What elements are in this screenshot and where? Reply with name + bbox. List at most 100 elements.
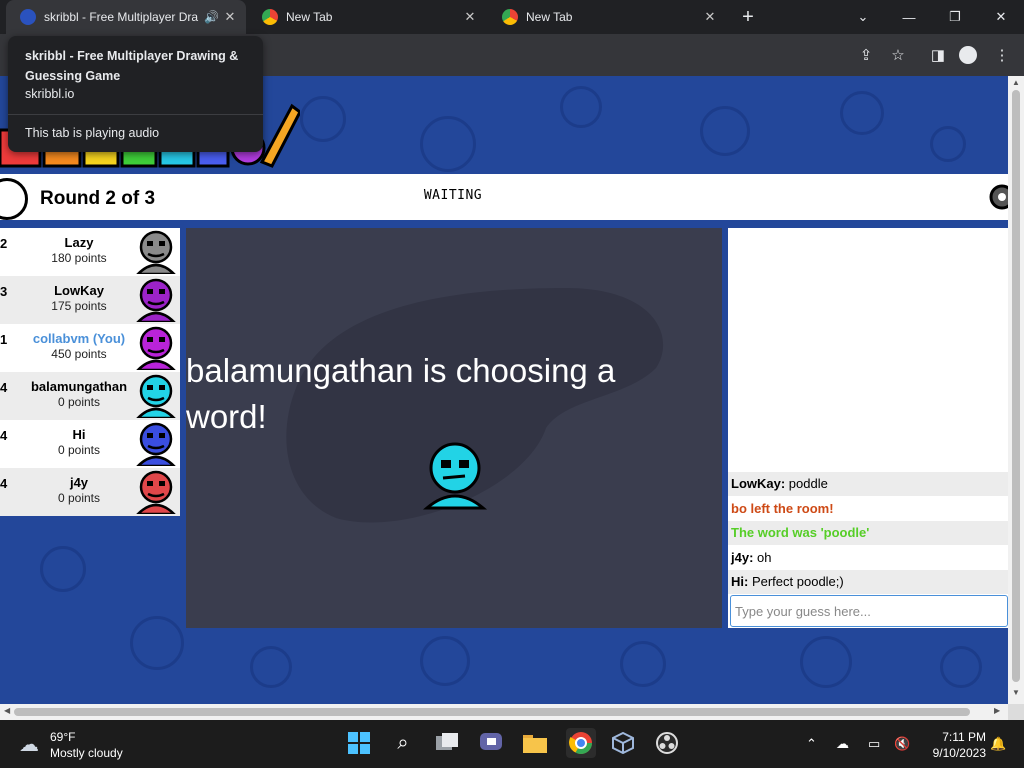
player-rank: 4 — [0, 428, 8, 443]
scroll-down-arrow-icon[interactable]: ▼ — [1008, 688, 1024, 697]
background-doodle — [620, 641, 666, 687]
chat-message: j4y: oh — [728, 546, 1008, 570]
player-rank: 3 — [0, 284, 8, 299]
player-avatar — [136, 326, 176, 370]
volume-muted-icon[interactable]: 🔇 — [894, 736, 910, 752]
scroll-right-arrow-icon[interactable]: ▶ — [994, 706, 1000, 715]
chat-message: The word was 'poodle' — [728, 521, 1008, 545]
bookmark-star-icon[interactable]: ☆ — [888, 45, 908, 65]
chat-text: The word was 'poodle' — [731, 525, 870, 540]
profile-avatar-icon[interactable] — [958, 45, 978, 65]
menu-kebab-icon[interactable]: ⋮ — [992, 45, 1012, 65]
chat-author: LowKay: — [731, 476, 786, 491]
tab-title: New Tab — [526, 10, 573, 24]
audio-speaker-icon[interactable]: 🔊 — [204, 10, 220, 24]
background-doodle — [560, 86, 602, 128]
close-tab-icon[interactable]: ✕ — [222, 9, 238, 25]
close-tab-icon[interactable]: ✕ — [462, 9, 478, 25]
tab-skribbl[interactable]: skribbl - Free Multiplayer Dra 🔊 ✕ — [6, 0, 246, 34]
game-status-text: WAITING — [423, 188, 483, 203]
tab-new-tab-1[interactable]: New Tab ✕ — [248, 0, 486, 34]
player-points: 0 points — [57, 443, 101, 457]
tab-title: New Tab — [286, 10, 333, 24]
notification-bell-icon[interactable]: 🔔 — [990, 736, 1006, 752]
tab-search-chevron-down-icon[interactable]: ⌄ — [840, 0, 886, 34]
player-points: 0 points — [57, 491, 101, 505]
network-off-icon[interactable]: ☁ — [836, 736, 849, 752]
clock-date: 9/10/2023 — [932, 746, 986, 760]
player-row[interactable]: 4 balamungathan 0 points — [0, 372, 180, 420]
task-view-icon[interactable] — [434, 730, 460, 756]
tab-new-tab-2[interactable]: New Tab ✕ — [488, 0, 726, 34]
chrome-taskbar-icon[interactable] — [566, 728, 596, 758]
background-doodle — [420, 636, 470, 686]
player-rank: 2 — [0, 236, 8, 251]
tooltip-title: skribbl - Free Multiplayer Drawing & Gue… — [25, 49, 239, 83]
player-points: 180 points — [51, 251, 107, 265]
close-tab-icon[interactable]: ✕ — [702, 9, 718, 25]
player-avatar — [136, 278, 176, 322]
chat-text: Perfect poodle;) — [748, 574, 844, 589]
chat-message: bo left the room! — [728, 497, 1008, 521]
player-points: 450 points — [51, 347, 107, 361]
side-panel-icon[interactable]: ◨ — [928, 45, 948, 65]
player-avatar — [136, 470, 176, 514]
background-doodle — [300, 96, 346, 142]
chat-text: bo left the room! — [731, 500, 834, 516]
background-doodle — [800, 636, 852, 688]
new-tab-button[interactable]: + — [736, 6, 760, 28]
vertical-scrollbar[interactable]: ▲ ▼ — [1008, 76, 1024, 704]
file-explorer-icon[interactable] — [522, 730, 548, 756]
clock-time: 7:11 PM — [942, 730, 986, 744]
minimize-button[interactable]: — — [886, 0, 932, 34]
player-name: Hi — [72, 427, 86, 442]
guess-input[interactable] — [730, 595, 1008, 627]
close-window-button[interactable]: ✕ — [978, 0, 1024, 34]
chat-message: Hi: Perfect poodle;) — [728, 570, 1008, 594]
weather-description: Mostly cloudy — [50, 746, 123, 760]
background-doodle — [40, 546, 86, 592]
player-row[interactable]: 4 Hi 0 points — [0, 420, 180, 468]
teams-chat-icon[interactable] — [478, 730, 504, 756]
player-name: balamungathan — [30, 379, 128, 394]
background-doodle — [940, 646, 982, 688]
obs-studio-icon[interactable] — [654, 730, 680, 756]
scroll-left-arrow-icon[interactable]: ◀ — [4, 706, 10, 715]
background-doodle — [840, 91, 884, 135]
restore-button[interactable]: ❐ — [932, 0, 978, 34]
display-icon[interactable]: ▭ — [868, 736, 880, 752]
background-doodle — [250, 646, 292, 688]
player-points: 175 points — [51, 299, 107, 313]
vertical-scroll-thumb[interactable] — [1012, 90, 1020, 682]
taskbar-clock[interactable]: 7:11 PM 9/10/2023 — [920, 729, 986, 761]
player-name: Lazy — [64, 235, 94, 250]
search-icon[interactable]: ⌕ — [390, 730, 416, 756]
show-hidden-icons-chevron-up-icon[interactable]: ⌃ — [806, 736, 817, 752]
player-list: 2 Lazy 180 points 3 LowKay 175 points 1 collabv… — [0, 228, 180, 516]
background-doodle — [930, 126, 966, 162]
player-rank: 4 — [0, 380, 8, 395]
tooltip-audio-note: This tab is playing audio — [25, 126, 160, 140]
weather-cloud-icon[interactable]: ☁ — [16, 731, 42, 757]
weather-temperature: 69°F — [50, 730, 76, 744]
tab-hover-card: skribbl - Free Multiplayer Drawing & Gue… — [8, 36, 263, 152]
share-icon[interactable]: ⇪ — [856, 45, 876, 65]
player-row[interactable]: 2 Lazy 180 points — [0, 228, 180, 276]
weather-widget[interactable]: 69°F Mostly cloudy — [50, 729, 123, 761]
player-name: LowKay — [54, 283, 104, 298]
chat-message: LowKay: poddle — [728, 472, 1008, 496]
player-row[interactable]: 1 collabvm (You) 450 points — [0, 324, 180, 372]
player-avatar — [136, 422, 176, 466]
player-row[interactable]: 3 LowKay 175 points — [0, 276, 180, 324]
windows-start-icon[interactable] — [346, 730, 372, 756]
player-row[interactable]: 4 j4y 0 points — [0, 468, 180, 516]
scrollbar-corner — [1008, 704, 1024, 720]
background-doodle — [420, 116, 476, 172]
horizontal-scroll-thumb[interactable] — [14, 708, 970, 716]
tooltip-url: skribbl.io — [25, 87, 75, 101]
horizontal-scrollbar[interactable]: ◀ ▶ — [0, 704, 1008, 720]
skribbl-favicon-icon — [20, 9, 36, 25]
player-name: j4y — [69, 475, 89, 490]
scroll-up-arrow-icon[interactable]: ▲ — [1008, 78, 1024, 87]
virtualbox-icon[interactable] — [610, 730, 636, 756]
